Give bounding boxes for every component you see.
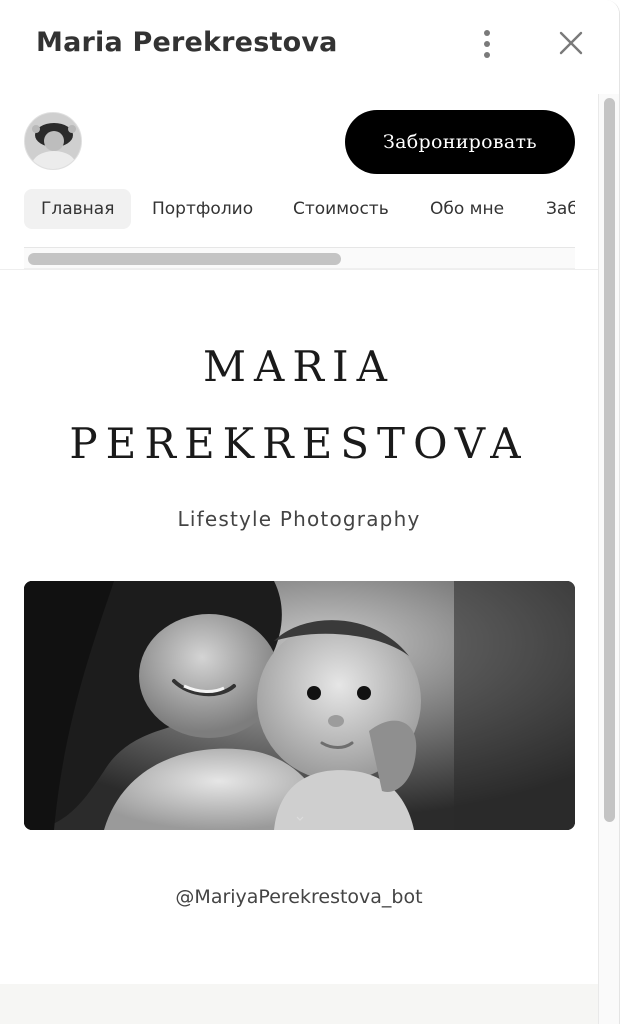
close-icon[interactable]: [557, 29, 585, 57]
tabs-scrollbar-thumb[interactable]: [28, 253, 341, 265]
nav-tabs: Главная Портфолио Стоимость Обо мне Заб: [24, 189, 575, 229]
page-scrollbar-thumb[interactable]: [604, 98, 615, 822]
tab-booking-partial[interactable]: Заб: [529, 189, 575, 229]
footer-section: [0, 984, 598, 1024]
window-title: Maria Perekrestova: [36, 27, 338, 58]
menu-dot: [484, 41, 490, 47]
kebab-menu-icon[interactable]: [476, 28, 498, 60]
avatar[interactable]: [24, 112, 82, 170]
hero-name-first: MARIA: [203, 342, 395, 391]
web-content: Забронировать Главная Портфолио Стоимост…: [0, 94, 598, 1024]
menu-dot: [484, 30, 490, 36]
tab-home[interactable]: Главная: [24, 189, 132, 229]
site-header: Забронировать Главная Портфолио Стоимост…: [0, 94, 598, 270]
tab-portfolio[interactable]: Портфолио: [135, 189, 270, 229]
app-window: Maria Perekrestova Забронировать Главная…: [0, 0, 620, 1024]
title-bar: Maria Perekrestova: [0, 0, 619, 90]
tab-pricing[interactable]: Стоимость: [276, 189, 406, 229]
hero-tagline: Lifestyle Photography: [177, 507, 421, 531]
book-button[interactable]: Забронировать: [345, 110, 575, 174]
menu-dot: [484, 52, 490, 58]
tab-about[interactable]: Обо мне: [413, 189, 521, 229]
telegram-bot-handle[interactable]: @MariyaPerekrestova_bot: [0, 886, 598, 908]
hero-photo: [24, 581, 575, 830]
hero-name-last: PEREKRESTOVA: [69, 419, 529, 468]
